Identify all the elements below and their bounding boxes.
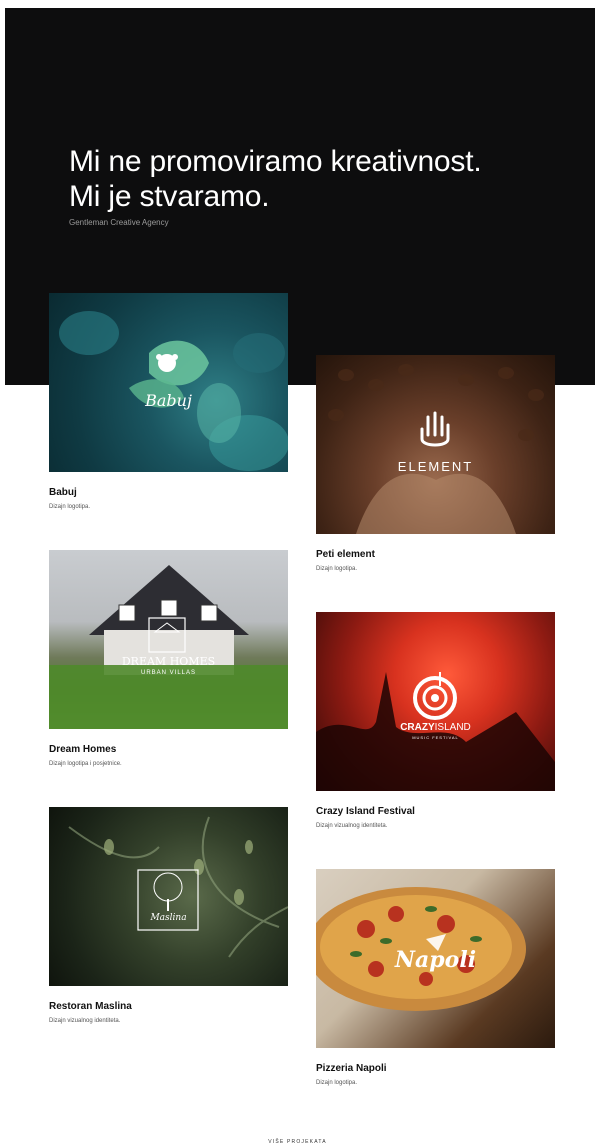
element-logo-text: ELEMENT <box>397 459 474 474</box>
hero-title-line1: Mi ne promoviramo kreativnost. <box>69 145 482 178</box>
project-image-peti-element[interactable]: ELEMENT <box>316 355 555 534</box>
crazy-logo-word: CRAZY <box>400 722 435 733</box>
hero-title-line2: Mi je stvaramo. <box>69 180 270 213</box>
leaf-logo-icon <box>59 311 288 471</box>
project-title-babuj[interactable]: Babuj <box>49 487 288 498</box>
project-title-crazy-island[interactable]: Crazy Island Festival <box>316 806 555 817</box>
more-projects-link[interactable]: VIŠE PROJEKATA <box>0 1139 595 1145</box>
project-card-crazy-island: CRAZYISLAND MUSIC FESTIVAL Crazy Island … <box>316 612 555 829</box>
project-card-maslina: Maslina Restoran Maslina Dizajn vizualno… <box>49 807 288 1024</box>
project-card-peti-element: ELEMENT Peti element Dizajn logotipa. <box>316 355 555 572</box>
hero-subtitle: Gentleman Creative Agency <box>69 218 169 227</box>
project-description-crazy-island: Dizajn vizualnog identiteta. <box>316 823 388 829</box>
hand-logo-icon <box>328 364 544 534</box>
project-description-peti-element: Dizajn logotipa. <box>316 566 358 572</box>
crazy-island-logo-subtext: MUSIC FESTIVAL <box>412 735 459 740</box>
crazy-island-logo-text: CRAZYISLAND <box>316 722 555 733</box>
project-title-maslina[interactable]: Restoran Maslina <box>49 1001 288 1012</box>
project-card-dream-homes: DREAM HOMES URBAN VILLAS Dream Homes Diz… <box>49 550 288 767</box>
maslina-logo-text: Maslina <box>150 913 187 923</box>
project-image-napoli[interactable]: Napoli <box>316 869 555 1048</box>
dream-homes-logo-text: DREAM HOMES <box>121 655 216 668</box>
napoli-logo-text: Napoli <box>394 947 477 973</box>
dream-homes-logo-subtext: URBAN VILLAS <box>140 670 197 676</box>
project-card-babuj: Babuj Babuj Dizajn logotipa. <box>49 293 288 510</box>
music-logo-icon <box>316 672 555 791</box>
project-title-napoli[interactable]: Pizzeria Napoli <box>316 1063 555 1074</box>
project-card-napoli: Napoli Pizzeria Napoli Dizajn logotipa. <box>316 869 555 1086</box>
project-image-dream-homes[interactable]: DREAM HOMES URBAN VILLAS <box>49 550 288 729</box>
project-image-maslina[interactable]: Maslina <box>49 807 288 986</box>
project-title-peti-element[interactable]: Peti element <box>316 549 555 560</box>
project-description-maslina: Dizajn vizualnog identiteta. <box>49 1018 121 1024</box>
project-description-dream-homes: Dizajn logotipa i posjetnice. <box>49 761 122 767</box>
project-title-dream-homes[interactable]: Dream Homes <box>49 744 288 755</box>
project-image-babuj[interactable]: Babuj <box>49 293 288 472</box>
house-logo-icon <box>49 565 288 729</box>
olive-tree-logo-icon <box>68 816 288 958</box>
project-description-napoli: Dizajn logotipa. <box>316 1080 358 1086</box>
island-logo-word: ISLAND <box>434 722 471 733</box>
hero-title: Mi ne promoviramo kreativnost. Mi je stv… <box>69 144 539 214</box>
project-description-babuj: Dizajn logotipa. <box>49 504 91 510</box>
project-image-crazy-island[interactable]: CRAZYISLAND MUSIC FESTIVAL <box>316 612 555 791</box>
babuj-logo-text: Babuj <box>145 391 192 410</box>
